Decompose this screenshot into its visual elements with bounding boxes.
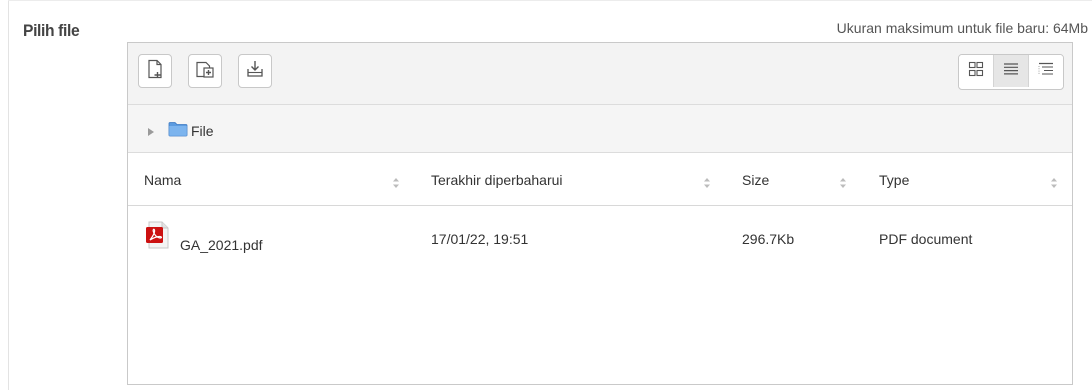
tree-view-button[interactable] (1028, 55, 1063, 87)
fieldset-left-border (8, 0, 9, 390)
table-row[interactable]: GA_2021.pdf 17/01/22, 19:51 296.7Kb PDF … (128, 206, 1072, 264)
field-label: Pilih file (23, 21, 80, 40)
file-picker: File Nama Terakhir diperbaharui Size Typ… (127, 42, 1073, 385)
folder-icon (168, 121, 188, 142)
download-all-button[interactable] (238, 54, 272, 88)
file-size: 296.7Kb (742, 231, 795, 247)
sort-icon[interactable] (392, 176, 400, 188)
tree-icon (1038, 61, 1054, 82)
icons-view-button[interactable] (959, 55, 993, 87)
breadcrumb-folder-link[interactable]: File (191, 123, 214, 139)
filemanager-toolbar (128, 43, 1072, 105)
sort-icon[interactable] (1050, 176, 1058, 188)
path-bar: File (128, 105, 1072, 153)
view-switcher (958, 54, 1064, 90)
details-view-button[interactable] (993, 55, 1028, 87)
file-type: PDF document (879, 231, 973, 247)
create-folder-icon (195, 59, 215, 84)
sort-icon[interactable] (839, 176, 847, 188)
create-folder-button[interactable] (188, 54, 222, 88)
pdf-file-icon (145, 220, 171, 255)
column-header-size[interactable]: Size (742, 172, 769, 188)
max-file-size-note: Ukuran maksimum untuk file baru: 64Mb (836, 20, 1088, 36)
grid-icon (968, 61, 984, 82)
list-icon (1003, 61, 1019, 82)
column-header-type[interactable]: Type (879, 172, 909, 188)
add-file-button[interactable] (138, 54, 172, 88)
sort-icon[interactable] (703, 176, 711, 188)
download-icon (245, 59, 265, 84)
column-header-name[interactable]: Nama (144, 172, 181, 188)
file-name[interactable]: GA_2021.pdf (180, 237, 263, 253)
fieldset-top-border (8, 0, 1092, 1)
table-header: Nama Terakhir diperbaharui Size Type (128, 153, 1072, 206)
file-modified: 17/01/22, 19:51 (431, 231, 529, 247)
column-header-modified[interactable]: Terakhir diperbaharui (431, 172, 563, 188)
add-file-icon (146, 59, 164, 84)
expand-arrow-icon[interactable] (147, 124, 155, 142)
